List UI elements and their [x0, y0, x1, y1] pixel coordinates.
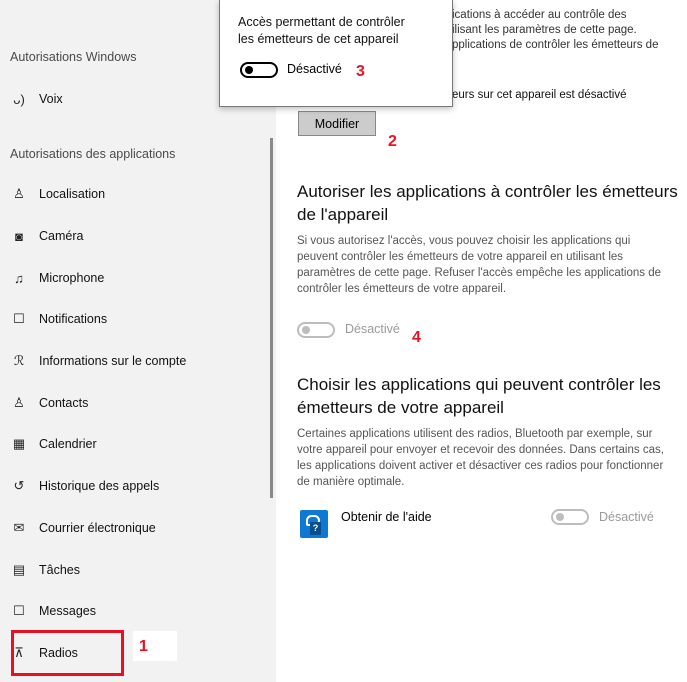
- sidebar-item-label: Historique des appels: [39, 479, 160, 493]
- partial-text-line3: pplications de contrôler les émetteurs d…: [452, 39, 659, 51]
- sidebar-item-label: Contacts: [39, 396, 89, 410]
- sidebar-item-contacts[interactable]: ♙ Contacts: [10, 390, 260, 416]
- popup-title-line1: Accès permettant de contrôler: [238, 15, 405, 29]
- annotation-box-radios: [11, 630, 124, 676]
- annotation-4: 4: [412, 329, 421, 346]
- desc-line: paramètres de cette page. Refuser l'accè…: [297, 267, 662, 279]
- sidebar-item-location[interactable]: ♙ Localisation: [10, 181, 260, 207]
- messages-icon: ☐: [13, 603, 25, 618]
- sidebar-item-call-history[interactable]: ↺ Historique des appels: [10, 473, 260, 499]
- notifications-icon: ☐: [13, 311, 25, 326]
- modify-button[interactable]: Modifier: [298, 111, 376, 136]
- sidebar-item-label: Microphone: [39, 271, 105, 285]
- call-history-icon: ↺: [13, 478, 25, 493]
- sidebar-item-account-info[interactable]: ℛ Informations sur le compte: [10, 348, 260, 374]
- sidebar-item-label: Calendrier: [39, 437, 97, 451]
- sidebar-item-label: Notifications: [39, 312, 108, 326]
- annotation-3: 3: [356, 63, 365, 80]
- voice-icon: ᴗ): [13, 91, 25, 107]
- sidebar-item-microphone[interactable]: ♫ Microphone: [10, 265, 260, 291]
- allow-apps-toggle[interactable]: [297, 322, 335, 338]
- desc-line: Si vous autorisez l'accès, vous pouvez c…: [297, 235, 631, 247]
- section-allow-heading: Autoriser les applications à contrôler l…: [297, 180, 687, 226]
- sidebar-item-notifications[interactable]: ☐ Notifications: [10, 306, 260, 332]
- sidebar-heading-windows: Autorisations Windows: [10, 50, 137, 64]
- popup-title-line2: les émetteurs de cet appareil: [238, 32, 399, 46]
- sidebar-item-calendar[interactable]: ▦ Calendrier: [10, 431, 260, 457]
- sidebar-heading-apps: Autorisations des applications: [10, 147, 176, 161]
- contacts-icon: ♙: [13, 395, 25, 410]
- app-get-help-toggle-label: Désactivé: [599, 510, 654, 524]
- sidebar-item-messages[interactable]: ☐ Messages: [10, 598, 260, 624]
- account-info-icon: ℛ: [13, 353, 25, 368]
- app-get-help-toggle[interactable]: [551, 509, 589, 525]
- popup-toggle-label: Désactivé: [287, 62, 342, 76]
- sidebar-scrollbar[interactable]: [270, 138, 273, 498]
- tasks-icon: ▤: [12, 562, 26, 577]
- section-choose-heading-line2: émetteurs de votre appareil: [297, 398, 504, 417]
- radio-access-popup: Accès permettant de contrôler les émette…: [219, 0, 453, 107]
- annotation-2: 2: [388, 133, 397, 150]
- sidebar-item-label: Localisation: [39, 187, 106, 201]
- calendar-icon: ▦: [12, 436, 26, 451]
- sidebar-item-label: Tâches: [39, 563, 80, 577]
- desc-line: Certaines applications utilisent des rad…: [297, 428, 653, 440]
- desc-line: votre appareil pour envoyer et recevoir …: [297, 444, 664, 456]
- annotation-1: 1: [139, 638, 148, 655]
- email-icon: ✉: [13, 520, 25, 535]
- microphone-icon: ♫: [14, 270, 24, 286]
- partial-text-line1: ications à accéder au contrôle des: [452, 9, 627, 21]
- sidebar-item-label: Caméra: [39, 229, 84, 243]
- popup-title: Accès permettant de contrôler les émette…: [238, 14, 405, 48]
- desc-line: les applications doivent activer et désa…: [297, 460, 664, 472]
- popup-toggle[interactable]: [240, 62, 278, 78]
- sidebar-item-label: Messages: [39, 604, 96, 618]
- camera-icon: ◙: [15, 228, 23, 244]
- sidebar-item-label: Voix: [39, 92, 63, 106]
- sidebar-item-camera[interactable]: ◙ Caméra: [10, 223, 260, 249]
- section-choose-heading-line1: Choisir les applications qui peuvent con…: [297, 375, 661, 394]
- sidebar-item-label: Courrier électronique: [39, 521, 156, 535]
- section-choose-heading: Choisir les applications qui peuvent con…: [297, 373, 687, 419]
- sidebar-item-tasks[interactable]: ▤ Tâches: [10, 557, 260, 583]
- desc-line: contrôler les émetteurs de votre apparei…: [297, 283, 507, 295]
- sidebar-item-email[interactable]: ✉ Courrier électronique: [10, 515, 260, 541]
- desc-line: peuvent contrôler les émetteurs de votre…: [297, 251, 624, 263]
- section-choose-description: Certaines applications utilisent des rad…: [297, 426, 685, 490]
- allow-apps-toggle-label: Désactivé: [345, 322, 400, 336]
- app-name-get-help: Obtenir de l'aide: [341, 510, 432, 524]
- sidebar-item-label: Informations sur le compte: [39, 354, 187, 368]
- section-allow-heading-line1: Autoriser les applications à contrôler l…: [297, 182, 678, 201]
- section-allow-description: Si vous autorisez l'accès, vous pouvez c…: [297, 233, 685, 297]
- partial-text-line2: ilisant les paramètres de cette page.: [452, 24, 637, 36]
- get-help-icon: ?: [300, 510, 328, 538]
- section-allow-heading-line2: de l'appareil: [297, 205, 389, 224]
- location-icon: ♙: [13, 186, 25, 201]
- partial-status-text: eurs sur cet appareil est désactivé: [452, 89, 627, 101]
- desc-line: de manière optimale.: [297, 476, 405, 488]
